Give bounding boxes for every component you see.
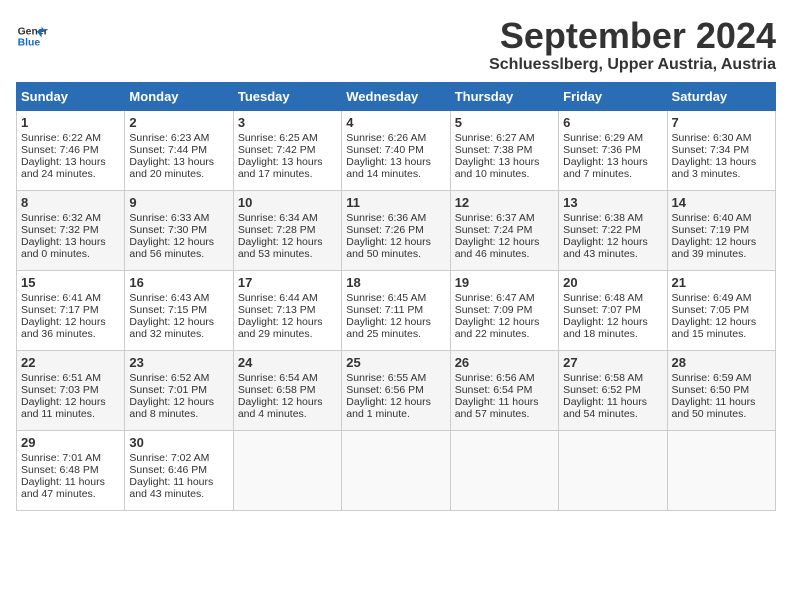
day-cell: 19 Sunrise: 6:47 AMSunset: 7:09 PMDaylig… [450, 270, 558, 350]
day-cell: 12 Sunrise: 6:37 AMSunset: 7:24 PMDaylig… [450, 190, 558, 270]
header-monday: Monday [125, 82, 233, 110]
table-row: 8 Sunrise: 6:32 AMSunset: 7:32 PMDayligh… [17, 190, 776, 270]
day-cell: 6 Sunrise: 6:29 AMSunset: 7:36 PMDayligh… [559, 110, 667, 190]
day-cell: 21 Sunrise: 6:49 AMSunset: 7:05 PMDaylig… [667, 270, 775, 350]
day-cell: 13 Sunrise: 6:38 AMSunset: 7:22 PMDaylig… [559, 190, 667, 270]
day-cell: 8 Sunrise: 6:32 AMSunset: 7:32 PMDayligh… [17, 190, 125, 270]
header-saturday: Saturday [667, 82, 775, 110]
day-cell: 1 Sunrise: 6:22 AMSunset: 7:46 PMDayligh… [17, 110, 125, 190]
table-row: 1 Sunrise: 6:22 AMSunset: 7:46 PMDayligh… [17, 110, 776, 190]
day-cell: 10 Sunrise: 6:34 AMSunset: 7:28 PMDaylig… [233, 190, 341, 270]
day-cell: 30 Sunrise: 7:02 AMSunset: 6:46 PMDaylig… [125, 430, 233, 510]
table-row: 22 Sunrise: 6:51 AMSunset: 7:03 PMDaylig… [17, 350, 776, 430]
day-cell: 17 Sunrise: 6:44 AMSunset: 7:13 PMDaylig… [233, 270, 341, 350]
logo-icon: General Blue [16, 20, 48, 52]
table-row: 15 Sunrise: 6:41 AMSunset: 7:17 PMDaylig… [17, 270, 776, 350]
day-cell: 4 Sunrise: 6:26 AMSunset: 7:40 PMDayligh… [342, 110, 450, 190]
empty-cell [342, 430, 450, 510]
day-cell: 25 Sunrise: 6:55 AMSunset: 6:56 PMDaylig… [342, 350, 450, 430]
day-cell: 22 Sunrise: 6:51 AMSunset: 7:03 PMDaylig… [17, 350, 125, 430]
table-row: 29 Sunrise: 7:01 AMSunset: 6:48 PMDaylig… [17, 430, 776, 510]
day-cell: 5 Sunrise: 6:27 AMSunset: 7:38 PMDayligh… [450, 110, 558, 190]
header-tuesday: Tuesday [233, 82, 341, 110]
calendar-table: Sunday Monday Tuesday Wednesday Thursday… [16, 82, 776, 511]
day-cell: 18 Sunrise: 6:45 AMSunset: 7:11 PMDaylig… [342, 270, 450, 350]
day-cell: 7 Sunrise: 6:30 AMSunset: 7:34 PMDayligh… [667, 110, 775, 190]
day-cell: 14 Sunrise: 6:40 AMSunset: 7:19 PMDaylig… [667, 190, 775, 270]
day-cell: 29 Sunrise: 7:01 AMSunset: 6:48 PMDaylig… [17, 430, 125, 510]
day-cell: 28 Sunrise: 6:59 AMSunset: 6:50 PMDaylig… [667, 350, 775, 430]
svg-text:Blue: Blue [18, 38, 41, 49]
empty-cell [559, 430, 667, 510]
day-cell: 26 Sunrise: 6:56 AMSunset: 6:54 PMDaylig… [450, 350, 558, 430]
header-thursday: Thursday [450, 82, 558, 110]
location-subtitle: Schluesslberg, Upper Austria, Austria [489, 56, 776, 74]
page-header: General Blue September 2024 Schluesslber… [16, 16, 776, 74]
header-wednesday: Wednesday [342, 82, 450, 110]
weekday-header-row: Sunday Monday Tuesday Wednesday Thursday… [17, 82, 776, 110]
month-title: September 2024 [489, 16, 776, 56]
day-cell: 11 Sunrise: 6:36 AMSunset: 7:26 PMDaylig… [342, 190, 450, 270]
empty-cell [667, 430, 775, 510]
logo: General Blue [16, 20, 48, 52]
day-cell: 15 Sunrise: 6:41 AMSunset: 7:17 PMDaylig… [17, 270, 125, 350]
svg-text:General: General [18, 26, 48, 37]
empty-cell [233, 430, 341, 510]
day-cell: 16 Sunrise: 6:43 AMSunset: 7:15 PMDaylig… [125, 270, 233, 350]
empty-cell [450, 430, 558, 510]
header-friday: Friday [559, 82, 667, 110]
day-cell: 20 Sunrise: 6:48 AMSunset: 7:07 PMDaylig… [559, 270, 667, 350]
day-cell: 9 Sunrise: 6:33 AMSunset: 7:30 PMDayligh… [125, 190, 233, 270]
day-cell: 24 Sunrise: 6:54 AMSunset: 6:58 PMDaylig… [233, 350, 341, 430]
day-cell: 3 Sunrise: 6:25 AMSunset: 7:42 PMDayligh… [233, 110, 341, 190]
day-cell: 2 Sunrise: 6:23 AMSunset: 7:44 PMDayligh… [125, 110, 233, 190]
day-cell: 23 Sunrise: 6:52 AMSunset: 7:01 PMDaylig… [125, 350, 233, 430]
header-sunday: Sunday [17, 82, 125, 110]
day-cell: 27 Sunrise: 6:58 AMSunset: 6:52 PMDaylig… [559, 350, 667, 430]
title-block: September 2024 Schluesslberg, Upper Aust… [489, 16, 776, 74]
